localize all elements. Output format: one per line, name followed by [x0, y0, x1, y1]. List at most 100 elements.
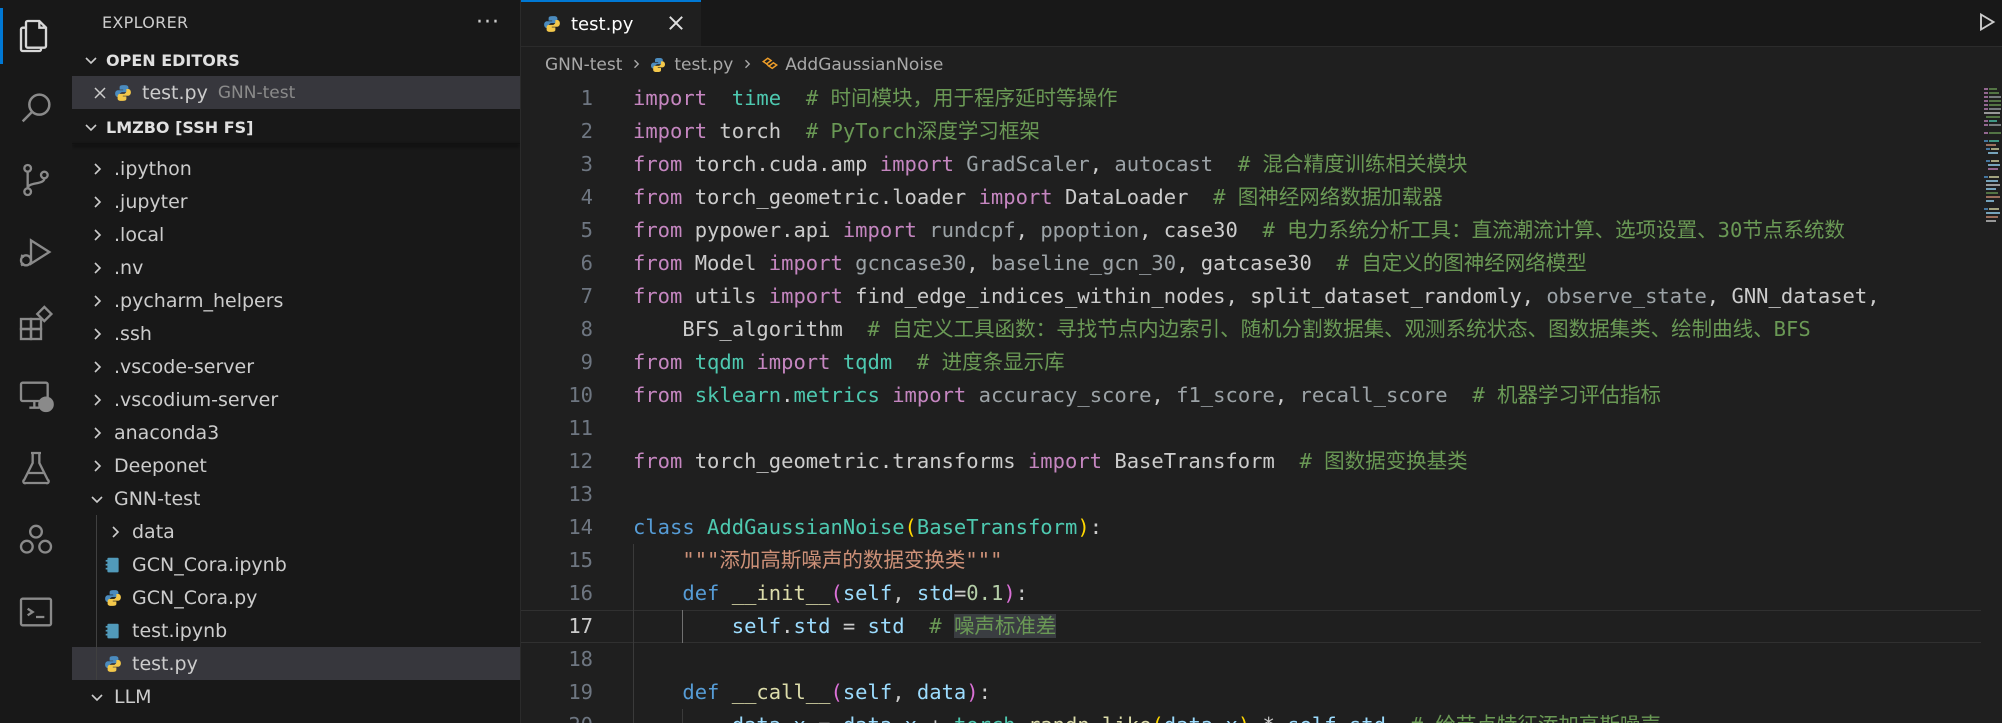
folder-name: Deeponet	[114, 454, 207, 477]
code-editor[interactable]: 1 import time # 时间模块，用于程序延时等操作 2 import tor…	[521, 82, 1981, 723]
folder-item-llm[interactable]: LLM	[72, 680, 520, 713]
file-item-selected[interactable]: test.py	[72, 647, 520, 680]
code-token: DataLoader	[1052, 185, 1214, 209]
terminal-icon[interactable]	[0, 576, 72, 648]
code-line[interactable]: 5 from pypower.api import rundcpf, ppopti…	[521, 214, 1981, 247]
breadcrumb-symbol[interactable]: AddGaussianNoise	[761, 55, 943, 75]
code-token: __call__	[719, 680, 831, 704]
folder-item[interactable]: anaconda3	[72, 416, 520, 449]
folder-name: anaconda3	[114, 421, 220, 444]
code-token: # 自定义工具函数：寻找节点内边索引、随机分割数据集、观测系统状态、图数据集类、…	[867, 317, 1811, 341]
code-line[interactable]: 8 BFS_algorithm # 自定义工具函数：寻找节点内边索引、随机分割数…	[521, 313, 1981, 346]
folder-name: LLM	[114, 685, 152, 708]
chevron-right-icon	[104, 524, 126, 540]
code-token: # 图神经网络数据加载器	[1213, 185, 1443, 209]
code-token: def	[682, 680, 720, 704]
folder-item[interactable]: .jupyter	[72, 185, 520, 218]
code-line[interactable]: 2 import torch # PyTorch深度学习框架	[521, 115, 1981, 148]
code-text: """添加高斯噪声的数据变换类"""	[633, 544, 1002, 577]
run-icon[interactable]	[1976, 12, 1996, 32]
folder-item[interactable]: .local	[72, 218, 520, 251]
file-item[interactable]: GCN_Cora.py	[72, 581, 520, 614]
testing-icon[interactable]	[0, 432, 72, 504]
folder-item-data[interactable]: data	[72, 515, 520, 548]
explorer-icon[interactable]	[0, 0, 72, 72]
python-file-icon	[104, 589, 122, 607]
folder-item[interactable]: .nv	[72, 251, 520, 284]
code-token: # 电力系统分析工具：直流潮流计算、选项设置、30节点系统数	[1262, 218, 1845, 242]
code-line[interactable]: 14 class AddGaussianNoise(BaseTransform):	[521, 511, 1981, 544]
folder-item[interactable]: .vscodium-server	[72, 383, 520, 416]
code-token: BFS_algorithm	[633, 317, 868, 341]
chevron-right-icon	[630, 55, 642, 75]
minimap[interactable]	[1980, 82, 2002, 382]
code-line[interactable]: 9 from tqdm import tqdm # 进度条显示库	[521, 346, 1981, 379]
folder-item-gnn-test[interactable]: GNN-test	[72, 482, 520, 515]
code-token: import	[744, 350, 831, 374]
code-line[interactable]: 13	[521, 478, 1981, 511]
code-line[interactable]: 16 def __init__(self, std=0.1):	[521, 577, 1981, 610]
folder-item[interactable]: .ipython	[72, 152, 520, 185]
code-line[interactable]: 7 from utils import find_edge_indices_wit…	[521, 280, 1981, 313]
code-token: rundcpf	[916, 218, 1016, 242]
code-token: __init__	[719, 581, 831, 605]
close-tab-icon[interactable]	[665, 12, 687, 34]
code-token: ,	[1089, 152, 1115, 176]
close-icon[interactable]	[86, 85, 114, 101]
code-token: (	[830, 581, 843, 605]
tab-test-py[interactable]: test.py	[521, 0, 701, 46]
code-token: def	[682, 581, 720, 605]
file-item[interactable]: GCN_Cora.ipynb	[72, 548, 520, 581]
code-line[interactable]: 6 from Model import gcncase30, baseline_g…	[521, 247, 1981, 280]
code-token: 噪声标准差	[953, 614, 1057, 638]
editor-area: test.py GNN-test test.py AddGaussianNois…	[521, 0, 2002, 723]
code-line[interactable]: 20 data.x = data.x + torch.randn_like(da…	[521, 709, 1981, 723]
folder-item[interactable]: .vscode-server	[72, 350, 520, 383]
code-line[interactable]: 19 def __call__(self, data):	[521, 676, 1981, 709]
code-line[interactable]: 17 self.std = std # 噪声标准差	[521, 610, 1981, 643]
remote-explorer-icon[interactable]	[0, 360, 72, 432]
source-control-icon[interactable]	[0, 144, 72, 216]
folder-item[interactable]: .pycharm_helpers	[72, 284, 520, 317]
code-line[interactable]: 12 from torch_geometric.transforms import…	[521, 445, 1981, 478]
file-item[interactable]: test.ipynb	[72, 614, 520, 647]
file-name: GCN_Cora.py	[132, 586, 258, 609]
search-icon[interactable]	[0, 72, 72, 144]
code-token: # 进度条显示库	[916, 350, 1065, 374]
code-line[interactable]: 15 """添加高斯噪声的数据变换类"""	[521, 544, 1981, 577]
code-token: # 混合精度训练相关模块	[1237, 152, 1468, 176]
folder-name: .jupyter	[114, 190, 188, 213]
code-token: autocast	[1114, 152, 1214, 176]
open-editors-section[interactable]: OPEN EDITORS	[72, 44, 520, 76]
code-line[interactable]: 1 import time # 时间模块，用于程序延时等操作	[521, 82, 1981, 115]
line-number: 19	[568, 680, 593, 704]
python-file-icon	[104, 655, 122, 673]
breadcrumb-file[interactable]: test.py	[650, 55, 733, 75]
graph-icon[interactable]	[0, 504, 72, 576]
code-token: :	[978, 680, 991, 704]
code-text: import torch # PyTorch深度学习框架	[633, 115, 1040, 148]
open-editor-item[interactable]: test.py GNN-test	[72, 76, 520, 109]
code-token: ,	[966, 251, 991, 275]
workspace-section[interactable]: LMZBO [SSH FS]	[72, 111, 520, 143]
more-actions-icon[interactable]: ···	[476, 10, 500, 35]
code-line[interactable]: 11	[521, 412, 1981, 445]
code-token: ,	[892, 581, 917, 605]
code-token: (	[1151, 713, 1163, 723]
extensions-icon[interactable]	[0, 288, 72, 360]
line-number: 1	[580, 86, 593, 110]
code-line[interactable]: 3 from torch.cuda.amp import GradScaler, …	[521, 148, 1981, 181]
code-token: .	[1337, 713, 1349, 723]
code-token: """添加高斯噪声的数据变换类"""	[682, 548, 1003, 572]
breadcrumb-folder[interactable]: GNN-test	[545, 55, 622, 75]
code-token: torch	[707, 119, 806, 143]
code-line[interactable]: 4 from torch_geometric.loader import Data…	[521, 181, 1981, 214]
chevron-right-icon	[86, 161, 108, 177]
code-line[interactable]: 10 from sklearn.metrics import accuracy_s…	[521, 379, 1981, 412]
folder-item[interactable]: Deeponet	[72, 449, 520, 482]
folder-item[interactable]: .ssh	[72, 317, 520, 350]
run-debug-icon[interactable]	[0, 216, 72, 288]
code-line[interactable]: 18	[521, 643, 1981, 676]
